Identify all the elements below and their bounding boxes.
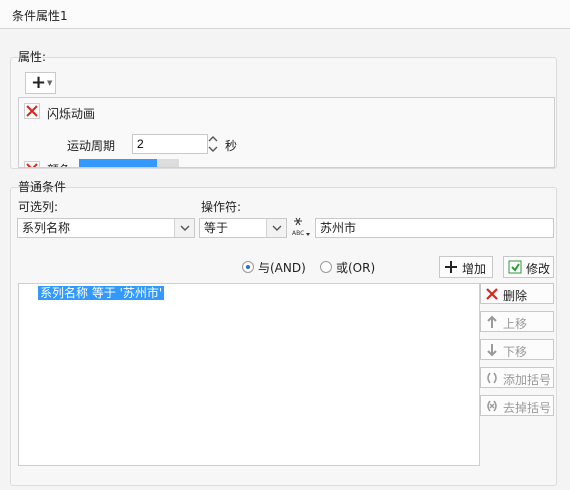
chevron-down-icon[interactable] <box>174 219 194 237</box>
plus-icon <box>445 261 457 273</box>
add-property-button[interactable]: + ▼ <box>25 72 56 94</box>
dialog-title: 条件属性1 <box>12 9 68 23</box>
move-down-button[interactable]: 下移 <box>480 339 554 360</box>
modify-condition-button[interactable]: 修改 <box>503 256 554 278</box>
column-value: 系列名称 <box>22 221 71 235</box>
conditions-label: 普通条件 <box>18 180 67 194</box>
bracket-icon <box>487 372 497 384</box>
value-type-icon[interactable]: ABC <box>291 216 311 238</box>
period-unit: 秒 <box>225 139 238 153</box>
operator-value: 等于 <box>204 221 229 235</box>
remove-bracket-button[interactable]: 去掉括号 <box>480 395 554 416</box>
column-label: 可选列: <box>18 200 59 214</box>
add-bracket-button[interactable]: 添加括号 <box>480 367 554 388</box>
chevron-down-icon[interactable] <box>266 219 286 237</box>
period-input[interactable] <box>132 134 208 154</box>
property-list: 闪烁动画 运动周期 秒 颜色 ▲ ▼ <box>18 97 555 168</box>
edit-icon <box>508 260 522 274</box>
delete-condition-button[interactable]: 删除 <box>480 283 554 304</box>
operator-label: 操作符: <box>201 200 242 214</box>
delete-property-icon[interactable] <box>24 103 40 119</box>
property-name: 闪烁动画 <box>47 107 96 121</box>
svg-text:ABC: ABC <box>292 230 304 237</box>
operator-select[interactable]: 等于 <box>199 218 287 238</box>
period-label: 运动周期 <box>67 139 116 153</box>
column-select[interactable]: 系列名称 <box>17 218 195 238</box>
period-spinner[interactable] <box>207 134 219 154</box>
radio-and[interactable] <box>242 261 254 273</box>
remove-bracket-icon <box>487 400 497 412</box>
properties-label: 属性: <box>18 50 47 64</box>
radio-and-label: 与(AND) <box>258 261 306 275</box>
move-up-button[interactable]: 上移 <box>480 311 554 332</box>
delete-icon <box>486 288 498 300</box>
value-input[interactable]: 苏州市 <box>315 218 554 238</box>
arrow-up-icon <box>487 315 497 328</box>
color-swatch[interactable] <box>79 159 179 167</box>
condition-item[interactable]: 系列名称 等于 '苏州市' <box>38 286 165 300</box>
dropdown-caret-icon: ▼ <box>47 79 53 87</box>
dialog-title-bar: 条件属性1 <box>0 0 570 29</box>
add-condition-button[interactable]: 增加 <box>439 256 493 278</box>
delete-property-icon[interactable] <box>24 161 40 167</box>
radio-or[interactable] <box>320 261 332 273</box>
property-name: 颜色 <box>47 161 71 167</box>
arrow-down-icon <box>487 344 497 357</box>
condition-list[interactable]: 系列名称 等于 '苏州市' <box>18 283 480 466</box>
radio-or-label: 或(OR) <box>336 261 376 275</box>
plus-icon: + <box>31 72 47 93</box>
